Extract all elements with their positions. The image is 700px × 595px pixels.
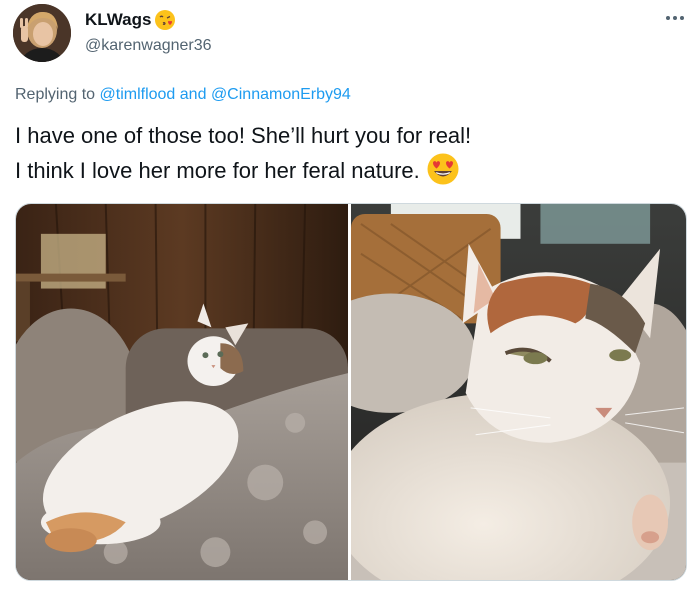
mention-link[interactable]: @CinnamonErby94 [211, 86, 351, 103]
dot [673, 16, 677, 20]
dot [666, 16, 670, 20]
tweet-text: I have one of those too! She’ll hurt you… [15, 120, 685, 187]
display-name[interactable]: KLWags [85, 10, 151, 30]
avatar-photo [13, 4, 71, 62]
mention-link[interactable]: @timlflood [100, 86, 176, 103]
photo-cat-lying-on-blanket[interactable] [16, 204, 348, 580]
reply-conjunction: and [179, 86, 207, 103]
kissing-face-icon [154, 9, 176, 31]
dot [680, 16, 684, 20]
photo-cat-lying-image [16, 204, 348, 580]
photo-cat-closeup-image [351, 204, 686, 580]
tweet-line: I think I love her more for her feral na… [15, 158, 420, 183]
heart-eyes-icon [426, 152, 460, 186]
name-row: KLWags [85, 9, 212, 31]
handle[interactable]: @karenwagner36 [85, 37, 212, 55]
photo-cat-closeup[interactable] [351, 204, 686, 580]
replying-to: Replying to @timlflood and @CinnamonErby… [15, 86, 351, 104]
tweet-line: I have one of those too! She’ll hurt you… [15, 123, 472, 148]
media-grid [15, 203, 687, 581]
avatar[interactable] [13, 4, 71, 62]
reply-prefix: Replying to [15, 86, 96, 103]
tweet: KLWags @karenwagner36 Replying to @timlf… [0, 0, 700, 595]
tweet-line-2: I think I love her more for her feral na… [15, 152, 685, 187]
more-dots-icon[interactable] [660, 10, 690, 26]
author-block: KLWags @karenwagner36 [85, 9, 212, 55]
